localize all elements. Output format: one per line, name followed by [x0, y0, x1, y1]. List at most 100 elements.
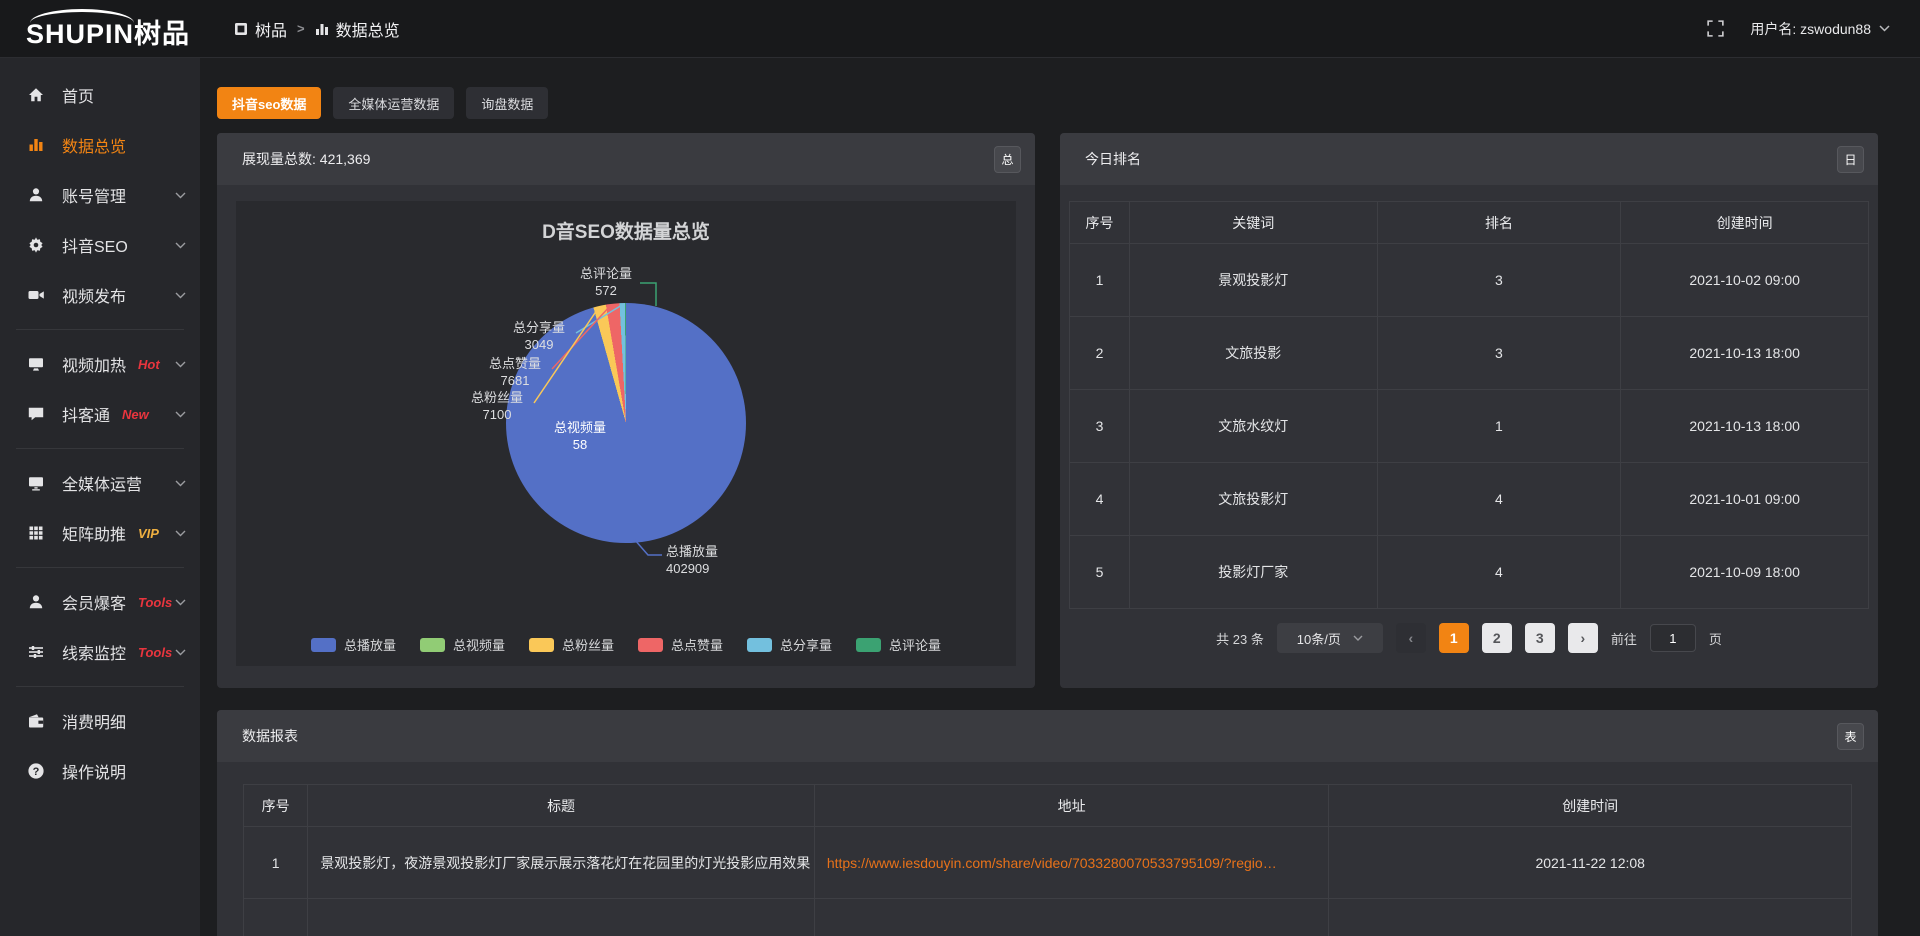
cell-created: 2021-10-01 09:00 — [1621, 463, 1869, 536]
cell-created: 2021-10-02 09:00 — [1621, 244, 1869, 317]
sidebar-item-douketong[interactable]: 抖客通 New — [0, 389, 200, 439]
new-badge: New — [122, 407, 149, 422]
goto-unit: 页 — [1709, 629, 1722, 648]
legend-swatch — [420, 638, 445, 652]
sidebar-item-data-overview[interactable]: 数据总览 — [0, 120, 200, 170]
goto-page-input[interactable] — [1650, 624, 1696, 652]
overview-card-header: 展现量总数: 421,369 总 — [217, 133, 1035, 185]
sidebar-item-spend-detail[interactable]: 消费明细 — [0, 696, 200, 746]
cell-created: 2021-10-09 18:00 — [1621, 536, 1869, 609]
sidebar-item-label: 抖客通 — [62, 402, 110, 426]
col-created: 创建时间 — [1621, 202, 1869, 244]
legend-label: 总视频量 — [453, 635, 505, 654]
member-icon — [27, 593, 47, 611]
wallet-icon — [27, 712, 47, 730]
col-rank: 排名 — [1377, 202, 1621, 244]
page-button-2[interactable]: 2 — [1482, 623, 1512, 653]
prev-page-button[interactable]: ‹ — [1396, 623, 1426, 653]
cell-created: 2021-10-13 18:00 — [1621, 390, 1869, 463]
legend-item[interactable]: 总视频量 — [420, 635, 505, 654]
tab-douyin-seo-data[interactable]: 抖音seo数据 — [217, 87, 321, 119]
cell-rank: 3 — [1377, 317, 1621, 390]
cell-created — [1329, 899, 1852, 936]
legend-item[interactable]: 总粉丝量 — [529, 635, 614, 654]
pie-label-comments: 总评论量 572 — [572, 265, 640, 299]
bar-chart-icon — [315, 22, 329, 36]
legend-label: 总评论量 — [889, 635, 941, 654]
sidebar-item-video-heat[interactable]: 视频加热 Hot — [0, 339, 200, 389]
breadcrumb-root[interactable]: 树品 — [234, 17, 287, 41]
sidebar-item-lead-monitor[interactable]: 线索监控 Tools — [0, 627, 200, 677]
gear-icon — [27, 236, 47, 254]
sidebar-item-label: 操作说明 — [62, 759, 126, 783]
sidebar-item-omnimedia[interactable]: 全媒体运营 — [0, 458, 200, 508]
cell-rank: 1 — [1377, 390, 1621, 463]
table-row: 4 文旅投影灯 4 2021-10-01 09:00 — [1070, 463, 1869, 536]
day-toggle-button[interactable]: 日 — [1837, 146, 1864, 173]
page-button-3[interactable]: 3 — [1525, 623, 1555, 653]
breadcrumb-current[interactable]: 数据总览 — [315, 17, 400, 41]
sidebar-item-home[interactable]: 首页 — [0, 70, 200, 120]
page-size-select[interactable]: 10条/页 — [1277, 623, 1383, 653]
table-toggle-button[interactable]: 表 — [1837, 723, 1864, 750]
sidebar-item-label: 全媒体运营 — [62, 471, 142, 495]
pie-label-name: 总视频量 — [532, 419, 628, 436]
chevron-down-icon — [175, 361, 186, 368]
report-card-header: 数据报表 表 — [217, 710, 1878, 762]
pie-label-name: 总点赞量 — [480, 355, 550, 372]
cell-no: 3 — [1070, 390, 1130, 463]
sidebar-item-accounts[interactable]: 账号管理 — [0, 170, 200, 220]
ranking-table: 序号 关键词 排名 创建时间 1 景观投影灯 3 2021-10-02 09:0… — [1069, 201, 1869, 609]
logo-cn: 树品 — [134, 19, 190, 49]
breadcrumb-current-label: 数据总览 — [336, 17, 400, 41]
sidebar-item-douyin-seo[interactable]: 抖音SEO — [0, 220, 200, 270]
legend-item[interactable]: 总播放量 — [311, 635, 396, 654]
chevron-down-icon — [1879, 25, 1890, 32]
chevron-down-icon — [175, 649, 186, 656]
tools-badge: Tools — [138, 645, 172, 660]
cell-no: 5 — [1070, 536, 1130, 609]
fullscreen-icon[interactable] — [1707, 20, 1724, 37]
sidebar-item-member-burst[interactable]: 会员爆客 Tools — [0, 577, 200, 627]
tab-inquiry-data[interactable]: 询盘数据 — [466, 87, 548, 119]
logo-en: SHUPIN — [26, 19, 134, 49]
user-menu[interactable]: 用户名: zswodun88 — [1750, 19, 1890, 39]
pie-label-value: 402909 — [666, 560, 786, 577]
tab-omnimedia-data[interactable]: 全媒体运营数据 — [333, 87, 454, 119]
cell-title: 景观投影灯，夜游景观投影灯厂家展示展示落花灯在花园里的灯光投影应用效果 # — [308, 827, 815, 899]
report-table: 序号 标题 地址 创建时间 1 景观投影灯，夜游景观投影灯厂家展示展示落花灯在花… — [243, 784, 1852, 936]
legend-swatch — [856, 638, 881, 652]
svg-text:?: ? — [33, 766, 40, 778]
sidebar-item-video-publish[interactable]: 视频发布 — [0, 270, 200, 320]
stat-value: 421,369 — [320, 151, 371, 167]
pie-label-name: 总评论量 — [572, 265, 640, 282]
page-button-1[interactable]: 1 — [1439, 623, 1469, 653]
pie-label-shares: 总分享量 3049 — [504, 319, 574, 353]
next-page-button[interactable]: › — [1568, 623, 1598, 653]
sidebar-item-matrix-boost[interactable]: 矩阵助推 VIP — [0, 508, 200, 558]
legend-item[interactable]: 总分享量 — [747, 635, 832, 654]
sidebar-item-help[interactable]: ? 操作说明 — [0, 746, 200, 796]
cell-url — [814, 899, 1329, 936]
sidebar-item-label: 视频发布 — [62, 283, 126, 307]
cell-keyword: 文旅投影 — [1129, 317, 1377, 390]
cell-no — [244, 899, 308, 936]
legend-item[interactable]: 总评论量 — [856, 635, 941, 654]
cell-url-link[interactable]: https://www.iesdouyin.com/share/video/70… — [814, 827, 1329, 899]
hot-badge: Hot — [138, 357, 160, 372]
chevron-down-icon — [175, 292, 186, 299]
pie-label-value: 572 — [572, 282, 640, 299]
total-toggle-button[interactable]: 总 — [994, 146, 1021, 173]
cell-keyword: 文旅投影灯 — [1129, 463, 1377, 536]
legend-swatch — [638, 638, 663, 652]
stat-label: 展现量总数: — [242, 149, 316, 169]
cell-title — [308, 899, 815, 936]
legend-item[interactable]: 总点赞量 — [638, 635, 723, 654]
app-header: SHUPIN树品 树品 > 数据总览 用户名: zswodun88 — [0, 0, 1920, 58]
pie-label-fans: 总粉丝量 7100 — [462, 389, 532, 423]
chevron-down-icon — [175, 242, 186, 249]
sidebar-item-label: 抖音SEO — [62, 233, 128, 257]
ranking-card-header: 今日排名 日 — [1060, 133, 1878, 185]
col-created: 创建时间 — [1329, 785, 1852, 827]
table-row: 3 文旅水纹灯 1 2021-10-13 18:00 — [1070, 390, 1869, 463]
